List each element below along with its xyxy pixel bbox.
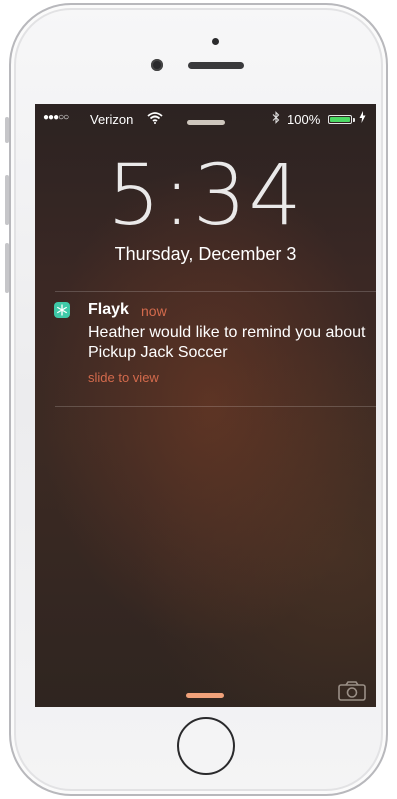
notification-message: Heather would like to remind you about P… [88,324,366,361]
lightning-bolt-icon [359,111,366,126]
slide-to-view[interactable]: slide to view [88,370,159,385]
battery-icon [328,115,352,124]
notification-center-grabber[interactable] [187,120,225,125]
status-bar: ●●●○○ Verizon 100% [35,110,376,128]
front-camera [151,59,163,71]
carrier-name: Verizon [90,112,134,127]
home-button[interactable] [177,717,235,775]
battery-percentage: 100% [287,112,321,127]
battery-level-fill [330,117,350,122]
proximity-sensor [212,38,219,45]
notification-divider-bottom [55,406,376,407]
notification-app-name: Flayk [88,301,129,318]
notification-card[interactable]: Flayk now Heather would like to remind y… [35,291,376,406]
camera-icon[interactable] [338,681,366,701]
wifi-icon [147,112,163,127]
battery-tip [353,118,355,122]
lock-clock: 5:34 [107,146,304,244]
signal-strength: ●●●○○ [43,112,69,123]
earpiece-speaker [188,62,244,69]
mute-switch [5,117,9,143]
bluetooth-icon [272,111,280,127]
notification-time: now [141,303,167,319]
volume-down-button [5,243,9,293]
lock-date: Thursday, December 3 [114,244,297,264]
volume-up-button [5,175,9,225]
control-center-grabber[interactable] [186,693,224,698]
snowflake-icon [54,302,70,318]
lock-screen: ●●●○○ Verizon 100% 5:34 Thursday, Decemb… [35,104,376,707]
